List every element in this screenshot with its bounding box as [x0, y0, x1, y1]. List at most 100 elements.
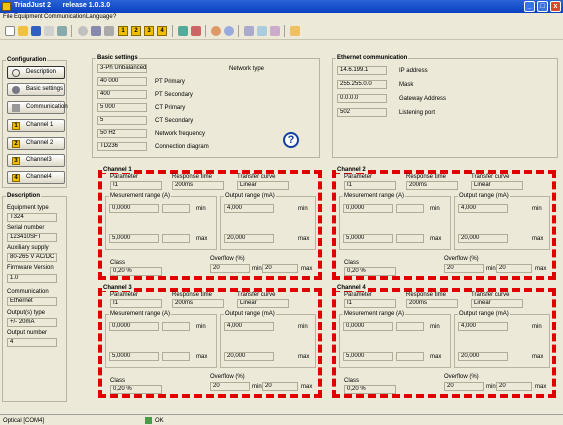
min-output-field[interactable]: 4,000: [458, 322, 508, 331]
response-time-field[interactable]: 200ms: [172, 181, 224, 190]
basic-value-field[interactable]: 3-Ph Unbalanced 4 wires: [97, 64, 147, 73]
communication-button[interactable]: Communication: [7, 101, 68, 114]
parameter-field[interactable]: I1: [344, 299, 396, 308]
channel-1-button[interactable]: 1 Channel 1: [7, 119, 65, 132]
export-icon[interactable]: [290, 26, 300, 36]
menu-language[interactable]: Language: [86, 14, 113, 20]
print-icon[interactable]: [44, 26, 54, 36]
max-input-field[interactable]: 5,0000: [343, 234, 393, 243]
menu-equipment[interactable]: Equipment: [14, 14, 43, 20]
min-output-field[interactable]: 4,000: [224, 322, 274, 331]
equipment-type-field: T324: [7, 213, 57, 222]
test-icon[interactable]: [224, 26, 234, 36]
response-time-field[interactable]: 200ms: [172, 299, 224, 308]
channel-2-tool[interactable]: 2: [131, 26, 141, 36]
min-input-field[interactable]: 0,0000: [109, 204, 159, 213]
min-input-field[interactable]: 0,0000: [343, 322, 393, 331]
menu-file[interactable]: File: [3, 14, 13, 20]
tool-c-icon[interactable]: [270, 26, 280, 36]
open-icon[interactable]: [18, 26, 28, 36]
basic-value-field[interactable]: 5: [97, 116, 147, 125]
overflow-field[interactable]: 20: [444, 382, 484, 391]
transfer-curve-field[interactable]: Linear: [237, 299, 289, 308]
transfer-curve-field[interactable]: Linear: [471, 299, 523, 308]
basic-value-field[interactable]: 5 000: [97, 103, 147, 112]
basic-value-field[interactable]: TD236: [97, 142, 147, 151]
channel-title: Channel 4: [336, 285, 367, 291]
class-field[interactable]: 0,20 %: [110, 385, 162, 394]
read-icon[interactable]: [178, 26, 188, 36]
overflow-field[interactable]: 20: [444, 264, 484, 273]
tool-b-icon[interactable]: [257, 26, 267, 36]
menu-communication[interactable]: Communication: [44, 14, 86, 20]
output-range-group: Output range (mA) 4,000 min 20,000 max: [454, 193, 550, 250]
output-range-group: Output range (mA) 4,000 min 20,000 max: [220, 311, 316, 368]
parameter-field[interactable]: I1: [110, 299, 162, 308]
transfer-curve-field[interactable]: Linear: [237, 181, 289, 190]
output-range-label: Output range (mA): [458, 311, 510, 317]
copy-icon[interactable]: [57, 26, 67, 36]
max-input-field[interactable]: 5,0000: [109, 352, 159, 361]
overflow-min-field[interactable]: 20: [262, 382, 298, 391]
save-icon[interactable]: [31, 26, 41, 36]
channel-3-button[interactable]: 3 Channel3: [7, 154, 65, 167]
response-time-field[interactable]: 200ms: [406, 299, 458, 308]
min-output-field[interactable]: 4,000: [458, 204, 508, 213]
channel-3-tool[interactable]: 3: [144, 26, 154, 36]
min-input-field[interactable]: 0,0000: [109, 322, 159, 331]
parameter-field[interactable]: I1: [110, 181, 162, 190]
settings-icon[interactable]: [91, 26, 101, 36]
parameter-field[interactable]: I1: [344, 181, 396, 190]
ethernet-value-field[interactable]: 255.255.0.0: [337, 80, 387, 89]
communication-icon[interactable]: [104, 26, 114, 36]
min-output-field[interactable]: 4,000: [224, 204, 274, 213]
ethernet-value-field[interactable]: 14.6.199.1: [337, 66, 387, 75]
class-field[interactable]: 0,20 %: [110, 267, 162, 276]
calibrate-icon[interactable]: [211, 26, 221, 36]
parameter-label: Parameter: [344, 174, 373, 180]
channel-4-button[interactable]: 4 Channel4: [7, 171, 65, 184]
description-group: Description Equipment type T324 Serial n…: [2, 193, 67, 402]
channel-1-tool[interactable]: 1: [118, 26, 128, 36]
ethernet-row-label: IP address: [399, 68, 428, 74]
class-field[interactable]: 0,20 %: [344, 385, 396, 394]
basic-value-field[interactable]: 50 Hz: [97, 129, 147, 138]
channel-2-button[interactable]: 2 Channel 2: [7, 137, 65, 150]
ethernet-value-field[interactable]: 0.0.0.0: [337, 94, 387, 103]
basic-value-field[interactable]: 400: [97, 90, 147, 99]
max-output-field[interactable]: 20,000: [458, 234, 508, 243]
overflow-field[interactable]: 20: [210, 264, 250, 273]
gear-icon[interactable]: [78, 26, 88, 36]
help-icon[interactable]: ?: [283, 132, 299, 148]
write-icon[interactable]: [191, 26, 201, 36]
min-label: min: [532, 324, 542, 330]
basic-value-field[interactable]: 40 000: [97, 77, 147, 86]
max-output-field[interactable]: 20,000: [458, 352, 508, 361]
max-input-field[interactable]: 5,0000: [109, 234, 159, 243]
max-input-field[interactable]: 5,0000: [343, 352, 393, 361]
max-output-field[interactable]: 20,000: [224, 234, 274, 243]
ethernet-value-field[interactable]: 502: [337, 108, 387, 117]
output-range-label: Output range (mA): [458, 193, 510, 199]
tool-a-icon[interactable]: [244, 26, 254, 36]
class-field[interactable]: 0,20 %: [344, 267, 396, 276]
basic-settings-button[interactable]: Basic settings: [7, 83, 65, 96]
transfer-curve-field[interactable]: Linear: [471, 181, 523, 190]
menu-help[interactable]: ?: [113, 14, 116, 20]
overflow-field[interactable]: 20: [210, 382, 250, 391]
minimize-button[interactable]: _: [524, 1, 535, 12]
description-icon: [12, 69, 20, 77]
communication-label: Communication: [7, 289, 49, 295]
response-time-field[interactable]: 200ms: [406, 181, 458, 190]
maximize-button[interactable]: □: [537, 1, 548, 12]
min-input-field[interactable]: 0,0000: [343, 204, 393, 213]
channel-4-tool[interactable]: 4: [157, 26, 167, 36]
max-output-field[interactable]: 20,000: [224, 352, 274, 361]
description-button[interactable]: Description: [7, 66, 65, 79]
min-label: min: [430, 206, 440, 212]
new-icon[interactable]: [5, 26, 15, 36]
close-button[interactable]: x: [550, 1, 561, 12]
overflow-min-field[interactable]: 20: [496, 264, 532, 273]
overflow-min-field[interactable]: 20: [262, 264, 298, 273]
overflow-min-field[interactable]: 20: [496, 382, 532, 391]
